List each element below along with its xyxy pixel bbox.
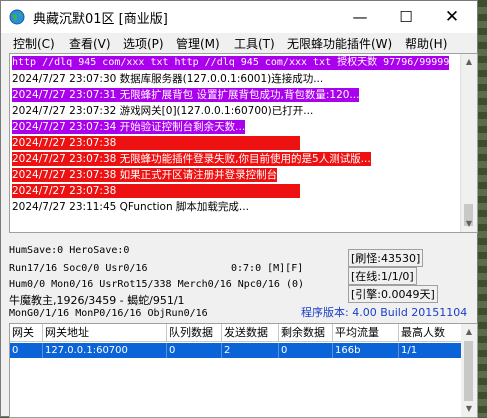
menu-options[interactable]: 选项(P): [123, 35, 164, 52]
log-line: http //dlq 945 com/xxx txt http //dlq 94…: [12, 56, 450, 70]
stat-run: Run17/16 Soc0/0 Usr0/16: [9, 263, 148, 274]
menu-tools[interactable]: 工具(T): [234, 35, 275, 52]
menu-bar: 控制(C) 查看(V) 选项(P) 管理(M) 工具(T) 无限蜂功能插件(W)…: [1, 33, 477, 52]
column-header[interactable]: 队列数据: [167, 324, 222, 342]
log-scrollbar[interactable]: ▲ ▼: [460, 54, 477, 232]
table-cell: 2: [222, 343, 279, 358]
scroll-thumb[interactable]: [464, 341, 473, 401]
log-line: 2024/7/27 23:07:34 开始验证控制台剩余天数...: [12, 120, 246, 134]
log-line: 2024/7/27 23:07:32 游戏网关[0](127.0.0.1:607…: [12, 104, 313, 118]
log-line-text: 2024/7/27 23:07:34 开始验证控制台剩余天数...: [12, 121, 246, 133]
stat-monster: 牛魔教主,1926/3459 - 蝎蛇/951/1: [9, 294, 185, 307]
menu-plugin[interactable]: 无限蜂功能插件(W): [287, 35, 392, 52]
menu-help[interactable]: 帮助(H): [405, 35, 447, 52]
minimize-button[interactable]: —: [337, 1, 383, 33]
scroll-down-icon[interactable]: ▼: [461, 401, 477, 417]
column-header[interactable]: 发送数据: [222, 324, 279, 342]
column-header[interactable]: 剩余数据: [279, 324, 333, 342]
table-row[interactable]: 0 127.0.0.1:60700 0 2 0 166b 1/1: [10, 343, 462, 358]
table-cell: 1/1: [399, 343, 462, 358]
log-line-text: 2024/7/27 23:07:31 无限蜂扩展背包 设置扩展背包成功,背包数量…: [12, 89, 360, 101]
log-line: 2024/7/27 23:07:38 无限蜂功能插件登录失败,你目前使用的是5人…: [12, 152, 371, 166]
app-globe-icon: [9, 9, 25, 25]
close-button[interactable]: ✕: [429, 1, 475, 33]
column-header[interactable]: 网关地址: [43, 324, 167, 342]
log-line-text: 2024/7/27 23:11:45 QFunction 脚本加载完成...: [12, 201, 249, 213]
title-bar[interactable]: 典藏沉默01区 [商业版] — ☐ ✕: [1, 1, 477, 33]
menu-control[interactable]: 控制(C): [13, 35, 55, 52]
table-cell: 0: [10, 343, 43, 358]
online-readout: [在线:1/1/0]: [348, 267, 417, 285]
table-cell: 127.0.0.1:60700: [43, 343, 167, 358]
column-header[interactable]: 网关: [10, 324, 43, 342]
scroll-up-icon[interactable]: ▲: [461, 54, 477, 70]
engine-readout: [引擎:0.0049天]: [348, 285, 438, 303]
program-version: 程序版本: 4.00 Build 20151104: [301, 306, 468, 319]
log-line: 2024/7/27 23:07:31 无限蜂扩展背包 设置扩展背包成功,背包数量…: [12, 88, 360, 102]
window-title: 典藏沉默01区 [商业版]: [33, 12, 168, 27]
maximize-button[interactable]: ☐: [383, 1, 429, 33]
stat-save: HumSave:0 HeroSave:0: [9, 245, 130, 256]
table-header: 网关 网关地址 队列数据 发送数据 剩余数据 平均流量 最高人数: [10, 324, 462, 342]
table-scrollbar[interactable]: ▲ ▼: [461, 324, 477, 417]
menu-manage[interactable]: 管理(M): [176, 35, 220, 52]
scroll-up-icon[interactable]: ▲: [461, 324, 477, 340]
main-window: 典藏沉默01区 [商业版] — ☐ ✕ 控制(C) 查看(V) 选项(P) 管理…: [0, 0, 478, 418]
scroll-down-icon[interactable]: ▼: [461, 216, 477, 232]
table-cell: 0: [279, 343, 333, 358]
stat-mong: MonG0/1/16 MonP0/16/16 ObjRun0/16: [9, 308, 208, 319]
log-line-text: 2024/7/27 23:07:38 如果正式开区请注册并登录控制台: [12, 169, 278, 181]
menu-view[interactable]: 查看(V): [69, 35, 111, 52]
log-line-text: 2024/7/27 23:07:38 无限蜂功能插件登录失败,你目前使用的是5人…: [12, 153, 371, 165]
log-line: 2024/7/27 23:07:38: [12, 136, 300, 150]
refresh-monster-readout: [刷怪:43530]: [348, 249, 424, 267]
log-line: 2024/7/27 23:07:38: [12, 184, 300, 198]
log-line-text: 2024/7/27 23:07:30 数据库服务器(127.0.0.1:6001…: [12, 73, 324, 85]
log-line: 2024/7/27 23:11:45 QFunction 脚本加载完成...: [12, 200, 249, 214]
log-line-text: 2024/7/27 23:07:38: [12, 137, 117, 149]
table-cell: 166b: [333, 343, 399, 358]
log-panel[interactable]: http //dlq 945 com/xxx txt http //dlq 94…: [9, 53, 478, 233]
log-line-text: http //dlq 945 com/xxx txt http //dlq 94…: [12, 57, 450, 68]
background-desktop-strip: [478, 0, 487, 417]
log-line-text: 2024/7/27 23:07:32 游戏网关[0](127.0.0.1:607…: [12, 105, 314, 117]
log-line: 2024/7/27 23:07:38 如果正式开区请注册并登录控制台: [12, 168, 278, 182]
gateway-table[interactable]: 网关 网关地址 队列数据 发送数据 剩余数据 平均流量 最高人数 0 127.0…: [9, 323, 478, 418]
stat-time: 0:7:0 [M][F]: [231, 263, 304, 274]
log-line: 2024/7/27 23:07:30 数据库服务器(127.0.0.1:6001…: [12, 72, 323, 86]
column-header[interactable]: 平均流量: [333, 324, 399, 342]
column-header[interactable]: 最高人数: [399, 324, 462, 342]
stat-hum: Hum0/0 Mon0/16 UsrRot15/338 Merch0/16 Np…: [9, 279, 305, 290]
log-line-text: 2024/7/27 23:07:38: [12, 185, 117, 197]
table-cell: 0: [167, 343, 222, 358]
